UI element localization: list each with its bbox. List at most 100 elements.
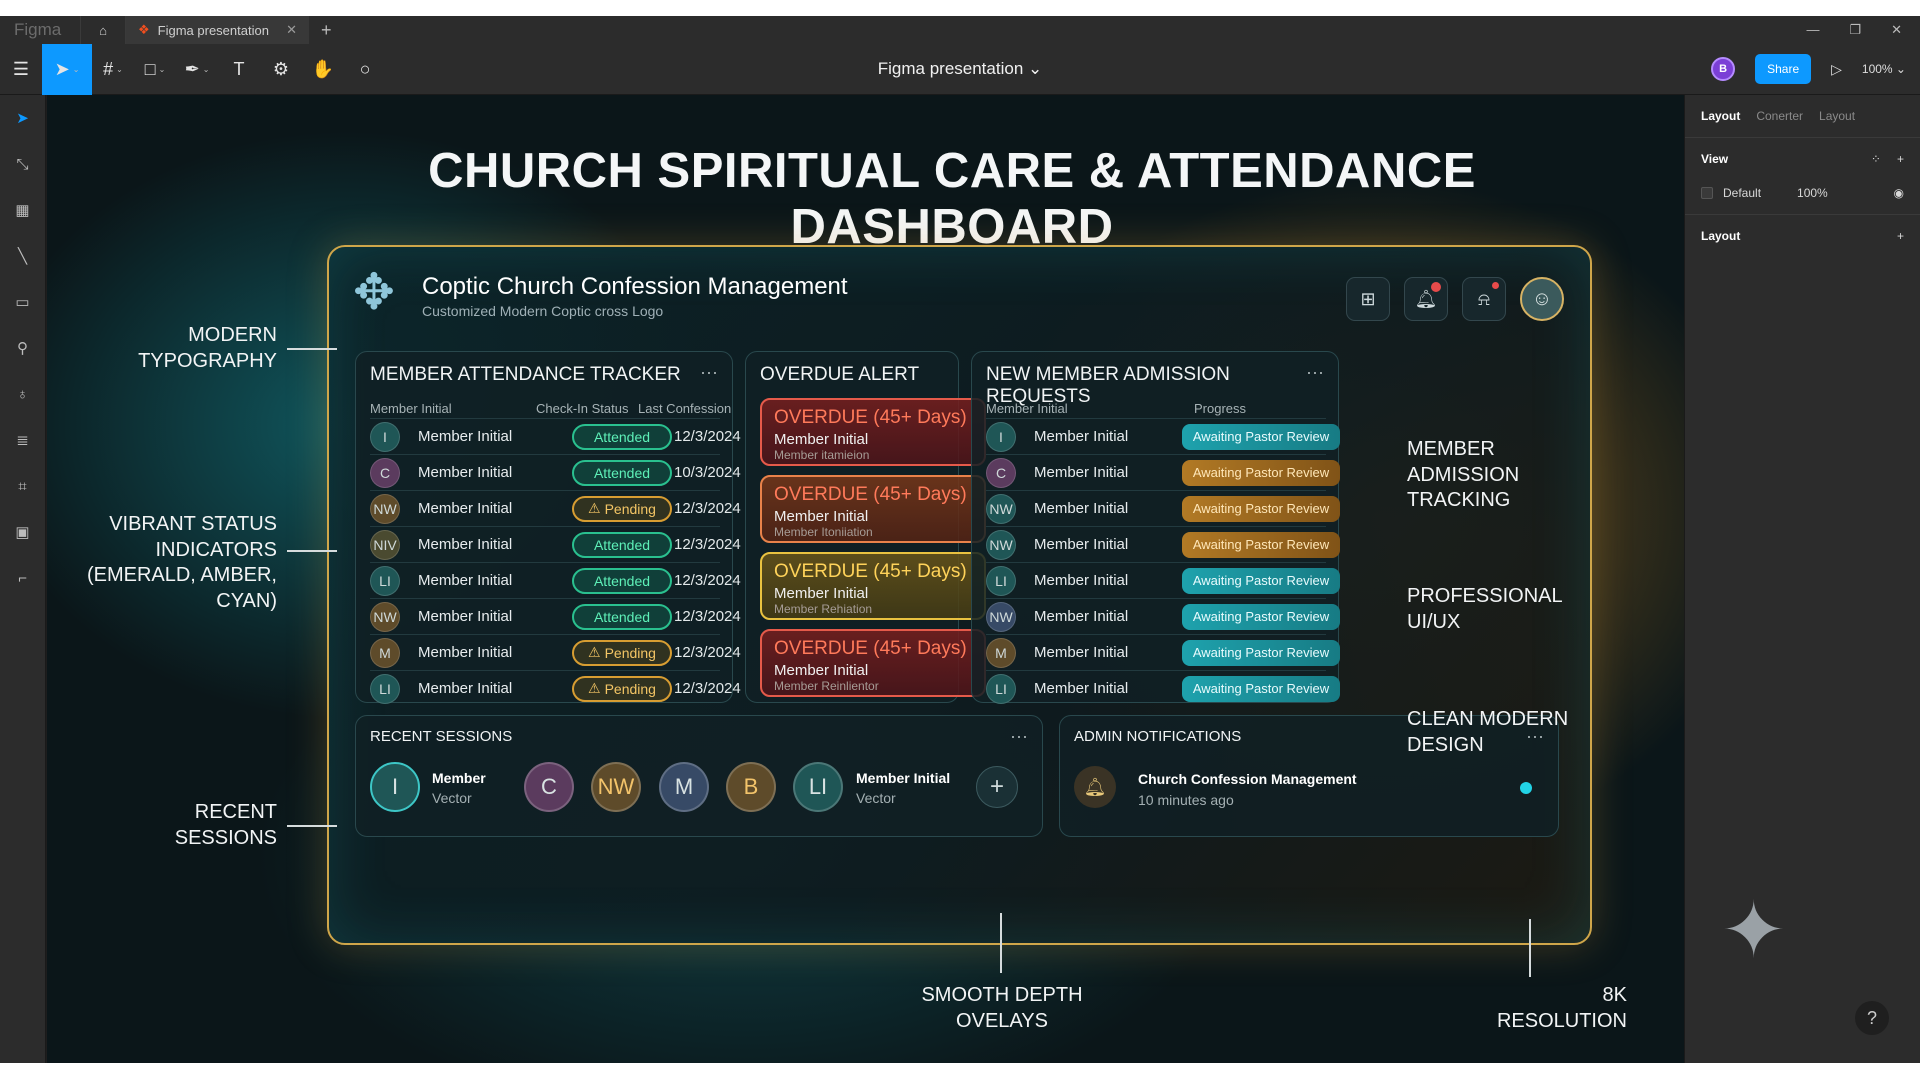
minimize-button[interactable]: —: [1806, 22, 1819, 38]
overdue-card[interactable]: OVERDUE (45+ Days) Member Initial Member i…: [760, 398, 986, 466]
pen-tool-button[interactable]: ✒ ⌄: [176, 44, 218, 95]
member-initial-avatar: LI: [986, 673, 1016, 704]
table-row[interactable]: C Member Initial Attended 10/3/2024: [370, 454, 741, 490]
resize-icon[interactable]: ⌗: [0, 463, 45, 509]
new-tab-button[interactable]: +: [309, 20, 344, 41]
image-icon[interactable]: ▣: [0, 509, 45, 555]
table-row[interactable]: NW Member Initial Awaiting Pastor Review: [986, 598, 1340, 634]
check-in-status-badge[interactable]: ⚠ Pending: [572, 639, 672, 666]
rectangle-icon[interactable]: ▭: [0, 279, 45, 325]
progress-badge[interactable]: Awaiting Pastor Review: [1182, 495, 1340, 522]
table-row[interactable]: M Member Initial Awaiting Pastor Review: [986, 634, 1340, 670]
table-row[interactable]: LI Member Initial ⚠ Pending 12/3/2024: [370, 670, 741, 706]
drag-grid-icon[interactable]: ⁘: [1871, 152, 1881, 166]
check-in-status-badge[interactable]: ⚠ Pending: [572, 495, 672, 522]
check-in-status-badge[interactable]: Attended: [572, 459, 672, 486]
session-avatar[interactable]: NW: [591, 762, 641, 812]
present-play-icon[interactable]: ▷: [1831, 61, 1842, 78]
callout-resolution: 8K RESOLUTION: [1496, 984, 1627, 1032]
crop-icon[interactable]: ⌐: [0, 555, 45, 601]
tab-close-icon[interactable]: ✕: [286, 22, 297, 38]
table-row[interactable]: NIV Member Initial Attended 12/3/2024: [370, 526, 741, 562]
progress-badge[interactable]: Awaiting Pastor Review: [1182, 639, 1340, 666]
add-icon[interactable]: +: [1897, 152, 1904, 166]
check-in-status-badge[interactable]: Attended: [572, 531, 672, 558]
table-row[interactable]: LI Member Initial Awaiting Pastor Review: [986, 670, 1340, 706]
table-row[interactable]: NW Member Initial Awaiting Pastor Review: [986, 526, 1340, 562]
progress-badge[interactable]: Awaiting Pastor Review: [1182, 531, 1340, 558]
progress-badge[interactable]: Awaiting Pastor Review: [1182, 459, 1340, 486]
help-button[interactable]: ?: [1855, 1001, 1889, 1035]
session-avatar[interactable]: M: [659, 762, 709, 812]
default-checkbox[interactable]: [1701, 187, 1713, 199]
alerts-icon[interactable]: ⍾: [1462, 277, 1506, 321]
table-row[interactable]: NW Member Initial Awaiting Pastor Review: [986, 490, 1340, 526]
table-row[interactable]: I Member Initial Awaiting Pastor Review: [986, 418, 1340, 454]
visibility-eye-icon[interactable]: ◉: [1894, 186, 1904, 200]
more-options-icon[interactable]: ···: [1010, 726, 1028, 747]
check-in-status-badge[interactable]: Attended: [572, 567, 672, 594]
close-window-button[interactable]: ✕: [1891, 22, 1902, 38]
tab-layout-2[interactable]: Layout: [1819, 109, 1855, 123]
frame-tool-button[interactable]: # ⌄: [92, 44, 134, 95]
member-name: Member Initial: [1034, 608, 1129, 625]
maximize-button[interactable]: ❐: [1849, 22, 1861, 38]
tab-converter[interactable]: Conerter: [1756, 109, 1803, 123]
default-value[interactable]: 100%: [1797, 186, 1828, 200]
grid-view-icon[interactable]: ⊞: [1346, 277, 1390, 321]
comment-tool-button[interactable]: ○: [344, 44, 386, 95]
share-button[interactable]: Share: [1755, 54, 1812, 84]
bulb-icon[interactable]: ♁: [0, 371, 45, 417]
table-row[interactable]: LI Member Initial Attended 12/3/2024: [370, 562, 741, 598]
grid-icon[interactable]: ▦: [0, 187, 45, 233]
tab-figma-presentation[interactable]: ❖ Figma presentation ✕: [126, 16, 309, 44]
table-row[interactable]: LI Member Initial Awaiting Pastor Review: [986, 562, 1340, 598]
more-options-icon[interactable]: ···: [1306, 362, 1324, 383]
session-avatar[interactable]: B: [726, 762, 776, 812]
line-icon[interactable]: ╲: [0, 233, 45, 279]
table-row[interactable]: M Member Initial ⚠ Pending 12/3/2024: [370, 634, 741, 670]
text-tool-button[interactable]: T: [218, 44, 260, 95]
overdue-card[interactable]: OVERDUE (45+ Days) Member Initial Member I…: [760, 475, 986, 543]
tab-layout[interactable]: Layout: [1701, 109, 1740, 123]
link-icon[interactable]: ⚲: [0, 325, 45, 371]
member-name: Member Initial: [1034, 428, 1129, 445]
design-canvas[interactable]: CHURCH SPIRITUAL CARE & ATTENDANCE DASHB…: [47, 95, 1684, 1063]
align-icon[interactable]: ≣: [0, 417, 45, 463]
notification-bell-icon[interactable]: 🔔︎: [1404, 277, 1448, 321]
progress-badge[interactable]: Awaiting Pastor Review: [1182, 423, 1340, 450]
add-session-button[interactable]: +: [976, 766, 1018, 808]
table-row[interactable]: I Member Initial Attended 12/3/2024: [370, 418, 741, 454]
table-row[interactable]: NW Member Initial ⚠ Pending 12/3/2024: [370, 490, 741, 526]
move-tool-button[interactable]: ➤ ⌄: [42, 43, 92, 95]
notification-title[interactable]: Church Confession Management: [1138, 771, 1357, 787]
profile-avatar-icon[interactable]: ☺: [1520, 277, 1564, 321]
progress-badge[interactable]: Awaiting Pastor Review: [1182, 567, 1340, 594]
session-avatar[interactable]: C: [524, 762, 574, 812]
home-icon[interactable]: ⌂: [80, 16, 126, 44]
connector-icon[interactable]: ⤡: [0, 141, 45, 187]
more-options-icon[interactable]: ···: [700, 362, 718, 383]
figma-menu-logo[interactable]: Figma: [0, 20, 80, 40]
zoom-dropdown[interactable]: 100% ⌄: [1862, 62, 1906, 76]
table-row[interactable]: C Member Initial Awaiting Pastor Review: [986, 454, 1340, 490]
layout-label: Layout: [1701, 229, 1741, 243]
session-avatar[interactable]: I: [370, 762, 420, 812]
document-title[interactable]: Figma presentation ⌄: [878, 59, 1043, 79]
progress-badge[interactable]: Awaiting Pastor Review: [1182, 675, 1340, 702]
hand-tool-button[interactable]: ✋: [302, 44, 344, 95]
shape-tool-button[interactable]: □ ⌄: [134, 44, 176, 95]
check-in-status-badge[interactable]: ⚠ Pending: [572, 675, 672, 702]
overdue-card[interactable]: OVERDUE (45+ Days) Member Initial Member R…: [760, 552, 986, 620]
table-row[interactable]: NW Member Initial Attended 12/3/2024: [370, 598, 741, 634]
progress-badge[interactable]: Awaiting Pastor Review: [1182, 603, 1340, 630]
user-avatar[interactable]: B: [1711, 57, 1736, 81]
overdue-card[interactable]: OVERDUE (45+ Days) Member Initial Member R…: [760, 629, 986, 697]
hamburger-menu-icon[interactable]: ☰: [0, 44, 42, 95]
cursor-icon[interactable]: ➤: [0, 95, 45, 141]
check-in-status-badge[interactable]: Attended: [572, 423, 672, 450]
add-icon[interactable]: +: [1897, 229, 1904, 243]
check-in-status-badge[interactable]: Attended: [572, 603, 672, 630]
resources-tool-button[interactable]: ⚙: [260, 44, 302, 95]
session-avatar[interactable]: LI: [793, 762, 843, 812]
